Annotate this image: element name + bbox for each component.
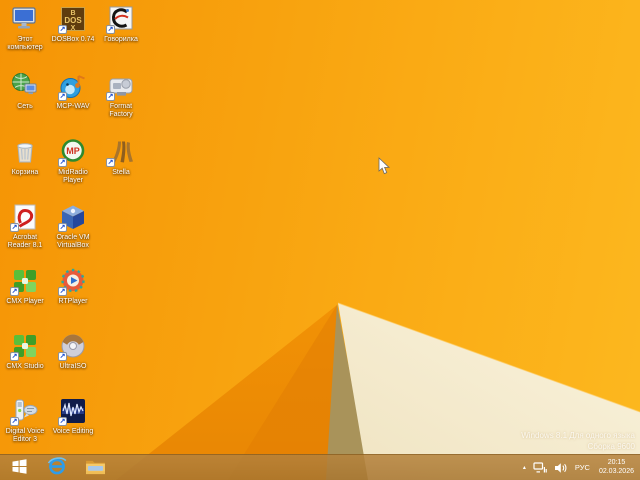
desktop-icon-midradio[interactable]: MP ↗ MidRadio Player xyxy=(50,137,96,185)
desktop-icon-cmx-player[interactable]: ↗ CMX Player xyxy=(2,266,48,306)
desktop-icon-label: CMX Studio xyxy=(6,363,44,370)
network-icon xyxy=(10,71,40,101)
shortcut-arrow-icon: ↗ xyxy=(106,25,115,34)
shortcut-arrow-icon: ↗ xyxy=(106,92,115,101)
start-button[interactable] xyxy=(0,455,38,480)
desktop-icon-label: Acrobat Reader 8.1 xyxy=(7,234,43,249)
shortcut-arrow-icon: ↗ xyxy=(10,287,19,296)
clock-date: 02.03.2026 xyxy=(598,467,634,475)
rtplayer-icon: ↗ xyxy=(58,266,88,296)
format-factory-icon: ↗ xyxy=(106,71,136,101)
shortcut-arrow-icon: ↗ xyxy=(58,352,67,361)
desktop-icon-this-pc[interactable]: Этот компьютер xyxy=(2,4,48,52)
svg-text:DOS: DOS xyxy=(64,16,82,25)
shortcut-arrow-icon: ↗ xyxy=(58,25,67,34)
ultraiso-icon: ↗ xyxy=(58,331,88,361)
shortcut-arrow-icon: ↗ xyxy=(106,158,115,167)
desktop-icon-label: Format Factory xyxy=(109,103,133,118)
shortcut-arrow-icon: ↗ xyxy=(10,223,19,232)
desktop-icon-govorilka[interactable]: ↗ Говорилка xyxy=(98,4,144,44)
virtualbox-icon: ↗ xyxy=(58,202,88,232)
system-tray: ▴ РУС 20:15 02.03.2026 xyxy=(523,459,640,476)
desktop-icon-stella[interactable]: ↗ Stella xyxy=(98,137,144,177)
desktop-icon-recycle-bin[interactable]: Корзина xyxy=(2,137,48,177)
volume-icon[interactable] xyxy=(554,462,568,474)
cmx-player-icon: ↗ xyxy=(10,266,40,296)
mouse-cursor-icon xyxy=(378,157,391,175)
desktop-icon-label: DOSBox 0.74 xyxy=(51,36,95,43)
desktop-icons: Этот компьютер B DOS X ↗ DOSBox 0.74 ↗ Говорилк… xyxy=(0,0,160,460)
taskbar-file-explorer-button[interactable] xyxy=(76,455,114,480)
svg-text:MP: MP xyxy=(66,146,80,156)
desktop-icon-label: MCP-WAV xyxy=(56,103,90,110)
desktop-icon-label: Сеть xyxy=(17,103,33,110)
internet-explorer-icon xyxy=(47,456,67,479)
shortcut-arrow-icon: ↗ xyxy=(58,158,67,167)
stella-icon: ↗ xyxy=(106,137,136,167)
desktop-icon-ultraiso[interactable]: ↗ UltraISO xyxy=(50,331,96,371)
shortcut-arrow-icon: ↗ xyxy=(10,352,19,361)
desktop-icon-label: Stella xyxy=(112,169,130,176)
network-icon[interactable] xyxy=(533,461,547,474)
desktop-icon-mcp-wav[interactable]: ↗ MCP-WAV xyxy=(50,71,96,111)
desktop-icon-virtualbox[interactable]: ↗ Oracle VM VirtualBox xyxy=(50,202,96,250)
desktop-icon-label: Voice Editing xyxy=(52,428,94,435)
voice-editing-icon: ↗ xyxy=(58,396,88,426)
midradio-icon: MP ↗ xyxy=(58,137,88,167)
language-indicator[interactable]: РУС xyxy=(575,463,590,472)
windows-watermark: Windows 8.1 Для одного языка Сборка 9600 xyxy=(521,430,635,452)
desktop: Этот компьютер B DOS X ↗ DOSBox 0.74 ↗ Говорилк… xyxy=(0,0,640,480)
mcp-wav-icon: ↗ xyxy=(58,71,88,101)
desktop-icon-label: Говорилка xyxy=(104,36,138,43)
desktop-icon-acrobat[interactable]: ↗ Acrobat Reader 8.1 xyxy=(2,202,48,250)
desktop-icon-rtplayer[interactable]: ↗ RTPlayer xyxy=(50,266,96,306)
this-pc-icon xyxy=(10,4,40,34)
desktop-icon-format-factory[interactable]: ↗ Format Factory xyxy=(98,71,144,119)
cmx-studio-icon: ↗ xyxy=(10,331,40,361)
desktop-icon-network[interactable]: Сеть xyxy=(2,71,48,111)
desktop-icon-label: CMX Player xyxy=(6,298,44,305)
desktop-icon-label: MidRadio Player xyxy=(58,169,88,184)
shortcut-arrow-icon: ↗ xyxy=(58,417,67,426)
desktop-icon-dve[interactable]: ↗ Digital Voice Editor 3 xyxy=(2,396,48,444)
recycle-bin-icon xyxy=(10,137,40,167)
desktop-icon-cmx-studio[interactable]: ↗ CMX Studio xyxy=(2,331,48,371)
desktop-icon-label: RTPlayer xyxy=(58,298,88,305)
taskbar-clock[interactable]: 20:15 02.03.2026 xyxy=(599,459,634,476)
shortcut-arrow-icon: ↗ xyxy=(58,92,67,101)
desktop-icon-label: Этот компьютер xyxy=(7,36,43,51)
svg-text:X: X xyxy=(71,25,76,32)
dosbox-icon: B DOS X ↗ xyxy=(58,4,88,34)
file-explorer-icon xyxy=(85,458,106,478)
desktop-icon-dosbox[interactable]: B DOS X ↗ DOSBox 0.74 xyxy=(50,4,96,44)
shortcut-arrow-icon: ↗ xyxy=(58,223,67,232)
desktop-icon-label: UltraISO xyxy=(59,363,87,370)
desktop-icon-label: Oracle VM VirtualBox xyxy=(56,234,90,249)
desktop-icon-voice-editing[interactable]: ↗ Voice Editing xyxy=(50,396,96,436)
taskbar: ▴ РУС 20:15 02.03.2026 xyxy=(0,454,640,480)
watermark-build: Сборка 9600 xyxy=(587,442,635,451)
dve-icon: ↗ xyxy=(10,396,40,426)
desktop-icon-label: Digital Voice Editor 3 xyxy=(5,428,45,443)
watermark-edition: Windows 8.1 Для одного языка xyxy=(521,431,635,440)
acrobat-icon: ↗ xyxy=(10,202,40,232)
shortcut-arrow-icon: ↗ xyxy=(58,287,67,296)
show-hidden-icons-button[interactable]: ▴ xyxy=(523,465,526,471)
windows-start-icon xyxy=(12,458,27,477)
desktop-icon-label: Корзина xyxy=(11,169,39,176)
taskbar-internet-explorer-button[interactable] xyxy=(38,455,76,480)
clock-time: 20:15 xyxy=(607,459,626,466)
govorilka-icon: ↗ xyxy=(106,4,136,34)
shortcut-arrow-icon: ↗ xyxy=(10,417,19,426)
